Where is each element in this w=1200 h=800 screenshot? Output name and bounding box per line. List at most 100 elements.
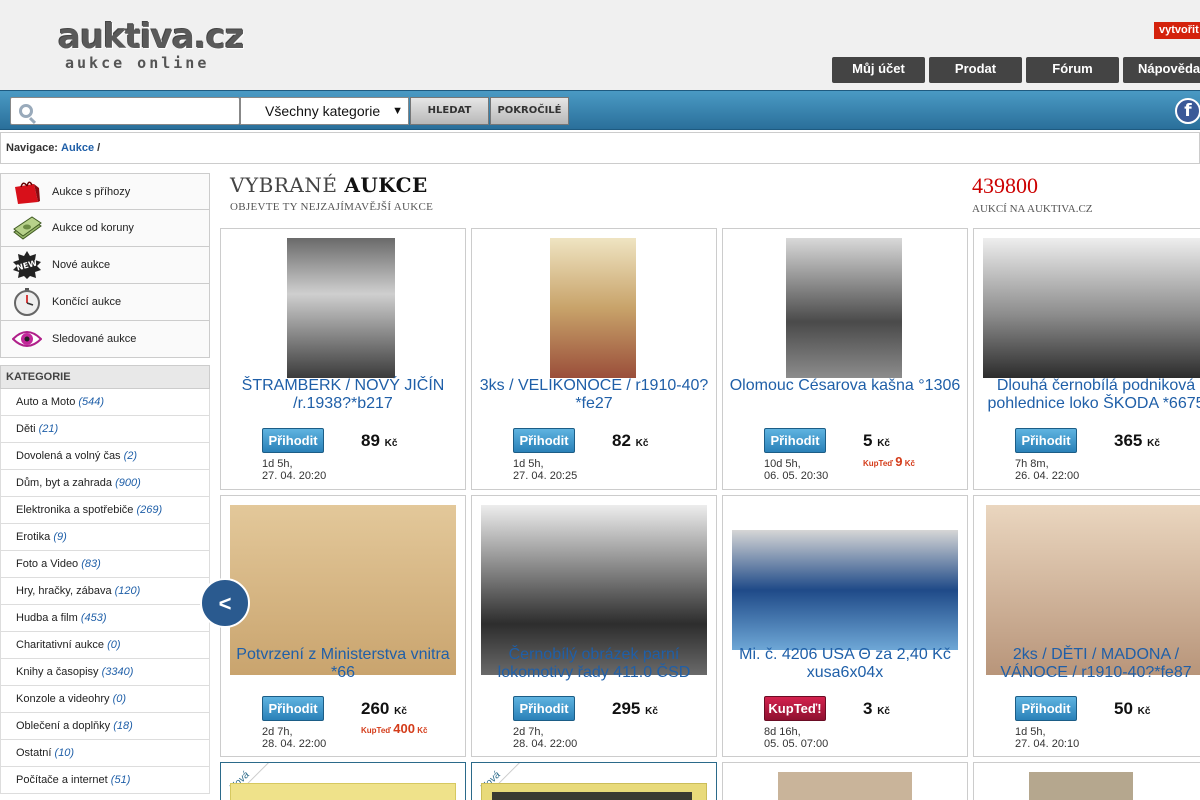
search-input[interactable] <box>10 97 240 125</box>
auction-card[interactable]: Dlouhá černobílá podniková pohlednice lo… <box>973 228 1200 490</box>
facebook-icon[interactable]: f <box>1175 98 1200 124</box>
category-item[interactable]: Hudba a film (453) <box>0 605 210 632</box>
category-name: Děti <box>16 423 36 435</box>
category-item[interactable]: Foto a Video (83) <box>0 551 210 578</box>
auction-card[interactable]: Mi. č. 4206 USA Θ za 2,40 Kč xusa6x04x Ku… <box>722 495 968 757</box>
price-value: 82 <box>612 431 631 450</box>
sidebar-item-label: Sledované aukce <box>52 333 137 345</box>
auction-card[interactable] <box>973 762 1200 800</box>
current-price: 82 Kč <box>612 431 648 451</box>
quick-links: Aukce s příhozy Aukce od koruny NEW Nové… <box>0 173 210 358</box>
category-item[interactable]: Auto a Moto (544) <box>0 389 210 416</box>
auction-thumbnail[interactable] <box>1029 772 1133 800</box>
categories-heading: KATEGORIE <box>0 365 210 389</box>
category-item[interactable]: Dovolená a volný čas (2) <box>0 443 210 470</box>
sidebar-item-watched-auctions[interactable]: Sledované aukce <box>0 321 210 358</box>
bid-button[interactable]: Přihodit <box>513 428 575 453</box>
sidebar-item-new-auctions[interactable]: NEW Nové aukce <box>0 247 210 284</box>
nav-my-account[interactable]: Můj účet <box>832 57 925 83</box>
auction-thumbnail[interactable] <box>983 238 1200 378</box>
time-left: 1d 5h, <box>513 458 544 470</box>
category-item[interactable]: Knihy a časopisy (3340) <box>0 659 210 686</box>
auction-thumbnail[interactable] <box>550 238 636 378</box>
auction-title[interactable]: 3ks / VELIKONOCE / r1910-40?*fe27 <box>472 377 716 413</box>
auction-thumbnail[interactable] <box>778 772 912 800</box>
nav-sell[interactable]: Prodat <box>929 57 1022 83</box>
auction-title[interactable]: Potvrzení z Ministerstva vnitra *66 <box>221 646 465 682</box>
new-badge-icon: NEW <box>13 251 41 279</box>
auction-card[interactable]: Nová <box>220 762 466 800</box>
category-item[interactable]: Oblečení a doplňky (18) <box>0 713 210 740</box>
create-auction-button[interactable]: vytvořit <box>1154 22 1200 39</box>
auction-time: 2d 7h, 28. 04. 22:00 <box>262 726 326 750</box>
sidebar-item-label: Končící aukce <box>52 296 122 308</box>
search-button[interactable]: HLEDAT <box>410 97 489 125</box>
bid-button[interactable]: Přihodit <box>262 696 324 721</box>
current-price: 260 Kč <box>361 699 407 719</box>
buy-now-value: 400 <box>393 721 415 736</box>
auction-card[interactable]: 2ks / DĚTI / MADONA / VÁNOCE / r1910-40?… <box>973 495 1200 757</box>
breadcrumb-link-aukce[interactable]: Aukce <box>61 142 94 154</box>
auction-card[interactable]: 3ks / VELIKONOCE / r1910-40?*fe27 Přihodi… <box>471 228 717 490</box>
bid-button[interactable]: Přihodit <box>764 428 826 453</box>
auction-card[interactable]: Olomouc Césarova kašna °1306 Přihodit 5 Kč… <box>722 228 968 490</box>
category-item[interactable]: Ostatní (10) <box>0 740 210 767</box>
bid-button[interactable]: Přihodit <box>1015 428 1077 453</box>
breadcrumb-separator: / <box>97 142 101 154</box>
nav-help[interactable]: Nápověda <box>1123 57 1200 83</box>
auction-card[interactable] <box>722 762 968 800</box>
auction-thumbnail[interactable] <box>287 238 395 378</box>
category-count: (269) <box>136 504 163 516</box>
sidebar-item-from-one-crown[interactable]: Aukce od koruny <box>0 210 210 247</box>
category-name: Auto a Moto <box>16 396 76 408</box>
auction-title[interactable]: ŠTRAMBERK / NOVÝ JIČÍN /r.1938?*b217 <box>221 377 465 413</box>
advanced-search-button[interactable]: POKROČILÉ <box>490 97 569 125</box>
bid-button[interactable]: Přihodit <box>513 696 575 721</box>
category-count: (3340) <box>101 666 134 678</box>
category-item[interactable]: Děti (21) <box>0 416 210 443</box>
time-left: 2d 7h, <box>262 726 293 738</box>
auction-card[interactable]: Potvrzení z Ministerstva vnitra *66 Přiho… <box>220 495 466 757</box>
auction-thumbnail[interactable] <box>786 238 902 378</box>
buy-now-currency: Kč <box>904 459 915 468</box>
category-item[interactable]: Konzole a videohry (0) <box>0 686 210 713</box>
buy-now-button[interactable]: KupTeď! <box>764 696 826 721</box>
category-count: (10) <box>54 747 75 759</box>
auction-card[interactable]: Černobílý obrázek parní lokomotivy řady … <box>471 495 717 757</box>
carousel-prev-button[interactable]: < <box>200 578 250 628</box>
auction-title[interactable]: Mi. č. 4206 USA Θ za 2,40 Kč xusa6x04x <box>723 646 967 682</box>
sidebar-item-bid-auctions[interactable]: Aukce s příhozy <box>0 173 210 210</box>
category-count: (2) <box>123 450 138 462</box>
auction-thumbnail[interactable] <box>230 783 456 800</box>
auction-card[interactable]: ŠTRAMBERK / NOVÝ JIČÍN /r.1938?*b217 Přih… <box>220 228 466 490</box>
time-left: 1d 5h, <box>1015 726 1046 738</box>
current-price: 5 Kč <box>863 431 890 451</box>
auction-title[interactable]: Olomouc Césarova kašna °1306 <box>723 377 967 395</box>
auction-title[interactable]: Černobílý obrázek parní lokomotivy řady … <box>472 646 716 682</box>
auction-card[interactable]: Nová <box>471 762 717 800</box>
search-bar: Všechny kategorie ▼ HLEDAT POKROČILÉ f <box>0 90 1200 130</box>
category-count: (51) <box>110 774 131 786</box>
sidebar-item-ending-auctions[interactable]: Končící aukce <box>0 284 210 321</box>
nav-forum[interactable]: Fórum <box>1026 57 1119 83</box>
category-item[interactable]: Erotika (9) <box>0 524 210 551</box>
site-logo[interactable]: auktiva.cz aukce online <box>58 20 245 72</box>
category-item[interactable]: Elektronika a spotřebiče (269) <box>0 497 210 524</box>
category-select[interactable]: Všechny kategorie ▼ <box>240 97 409 125</box>
category-item[interactable]: Počítače a internet (51) <box>0 767 210 794</box>
bid-button[interactable]: Přihodit <box>262 428 324 453</box>
buy-now-price: KupTeď 9 Kč <box>863 454 915 469</box>
category-item[interactable]: Hry, hračky, zábava (120) <box>0 578 210 605</box>
category-item[interactable]: Dům, byt a zahrada (900) <box>0 470 210 497</box>
title-bold: AUKCE <box>344 173 428 197</box>
sidebar-item-label: Aukce s příhozy <box>52 186 131 198</box>
auction-thumbnail[interactable] <box>732 530 958 650</box>
category-item[interactable]: Charitativní aukce (0) <box>0 632 210 659</box>
auction-title[interactable]: 2ks / DĚTI / MADONA / VÁNOCE / r1910-40?… <box>974 646 1200 682</box>
auction-thumbnail[interactable] <box>481 783 707 800</box>
current-price: 295 Kč <box>612 699 658 719</box>
bid-button[interactable]: Přihodit <box>1015 696 1077 721</box>
auction-title[interactable]: Dlouhá černobílá podniková pohlednice lo… <box>974 377 1200 413</box>
auction-count-label: AUKCÍ NA AUKTIVA.CZ <box>972 203 1093 215</box>
price-currency: Kč <box>394 706 407 717</box>
